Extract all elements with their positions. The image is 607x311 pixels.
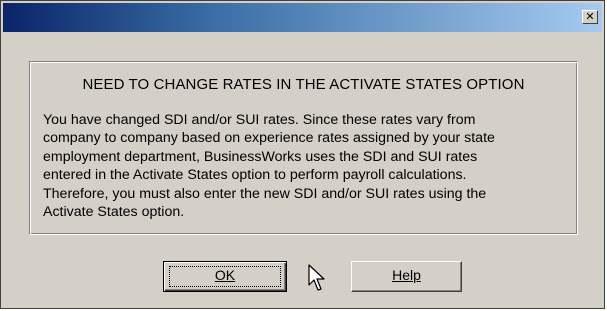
message-group-box: NEED TO CHANGE RATES IN THE ACTIVATE STA… xyxy=(29,61,578,235)
message-line: employment department, BusinessWorks use… xyxy=(43,148,478,165)
ok-button[interactable]: OK xyxy=(163,261,287,292)
dialog-window: ✕ NEED TO CHANGE RATES IN THE ACTIVATE S… xyxy=(0,0,605,309)
dialog-client-area: NEED TO CHANGE RATES IN THE ACTIVATE STA… xyxy=(3,32,602,306)
mouse-pointer-icon xyxy=(308,264,325,291)
message-line: You have changed SDI and/or SUI rates. S… xyxy=(43,112,476,128)
close-button[interactable]: ✕ xyxy=(582,10,598,24)
message-line: Therefore, you must also enter the new S… xyxy=(43,185,487,202)
message-line: entered in the Activate States option to… xyxy=(43,167,467,184)
close-icon: ✕ xyxy=(585,10,595,23)
title-bar[interactable]: ✕ xyxy=(3,3,602,32)
message-body: You have changed SDI and/or SUI rates. S… xyxy=(43,111,567,221)
message-line: Activate States option. xyxy=(43,204,185,221)
help-button-label: Help xyxy=(392,267,421,283)
help-button[interactable]: Help xyxy=(351,261,462,292)
message-line: company to company based on experience r… xyxy=(43,130,495,147)
focus-rectangle xyxy=(169,266,281,287)
message-heading: NEED TO CHANGE RATES IN THE ACTIVATE STA… xyxy=(82,76,525,93)
